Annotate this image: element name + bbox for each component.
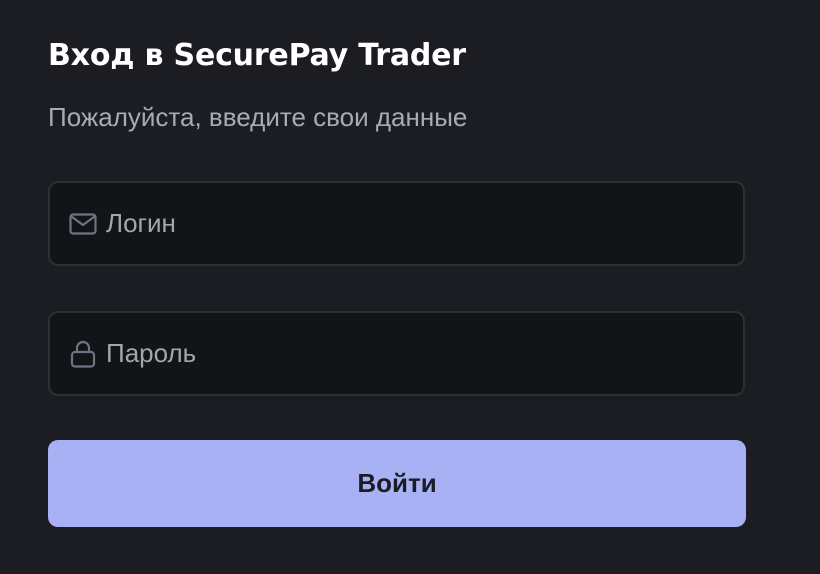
password-field[interactable] — [48, 311, 745, 396]
page-title: Вход в SecurePay Trader — [48, 34, 466, 78]
lock-icon — [68, 339, 98, 369]
password-input[interactable] — [106, 313, 743, 394]
login-button[interactable]: Войти — [48, 440, 746, 527]
page-subtitle: Пожалуйста, введите свои данные — [48, 102, 468, 132]
login-page: Вход в SecurePay Trader Пожалуйста, введ… — [0, 0, 820, 574]
login-input[interactable] — [106, 183, 743, 264]
login-field[interactable] — [48, 181, 745, 266]
mail-icon — [68, 209, 98, 239]
page-title-brand: SecurePay Trader — [173, 38, 467, 73]
page-title-prefix: Вход в — [48, 38, 174, 73]
